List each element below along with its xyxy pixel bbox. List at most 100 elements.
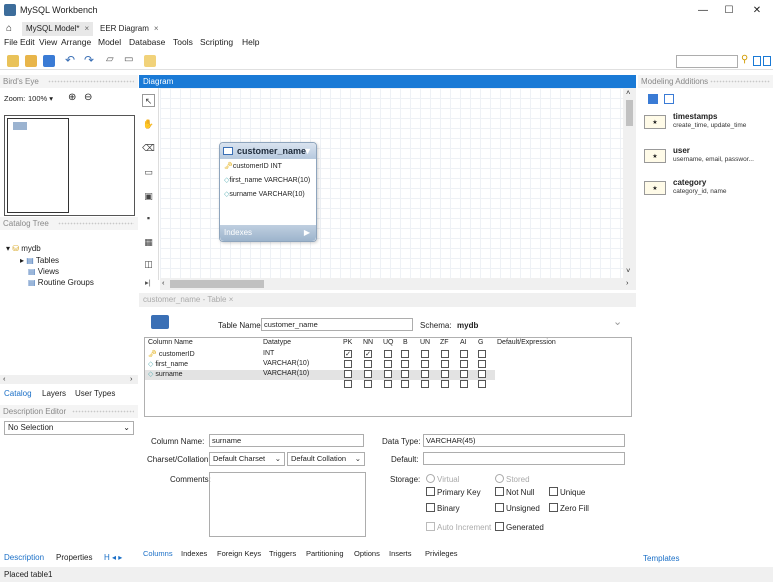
table-row[interactable]: ◇ surname <box>148 370 183 378</box>
new-note-icon[interactable] <box>144 55 156 67</box>
column-flag-checkbox[interactable] <box>460 370 468 378</box>
row-datatype[interactable]: VARCHAR(10) <box>263 360 309 367</box>
tab-foreign-keys[interactable]: Foreign Keys <box>217 549 261 558</box>
undo-icon[interactable]: ↶ <box>65 53 75 67</box>
header-zf[interactable]: ZF <box>440 339 449 346</box>
column-flag-checkbox[interactable] <box>421 350 429 358</box>
storage-virtual-radio[interactable] <box>426 474 435 483</box>
column-name-input[interactable]: surname <box>209 434 364 447</box>
snippet-layout-icon[interactable] <box>664 94 674 104</box>
column-flag-checkbox[interactable] <box>364 380 372 388</box>
menu-edit[interactable]: Edit <box>20 37 35 47</box>
unsigned-checkbox[interactable] <box>495 503 504 512</box>
snippet-category[interactable]: ★ category category_id, name <box>643 178 769 200</box>
entity-column[interactable]: ◇first_name VARCHAR(10) <box>224 176 310 184</box>
column-flag-checkbox[interactable] <box>401 370 409 378</box>
schema-node[interactable]: ▾ ⛁ mydb <box>6 244 41 253</box>
header-ai[interactable]: AI <box>460 339 467 346</box>
vscroll-thumb[interactable] <box>626 100 633 126</box>
tab-catalog[interactable]: Catalog <box>4 387 32 401</box>
close-tab-icon[interactable]: × <box>229 295 234 304</box>
column-flag-checkbox[interactable] <box>441 380 449 388</box>
column-flag-checkbox[interactable] <box>384 370 392 378</box>
column-flag-checkbox[interactable]: ✓ <box>364 350 372 358</box>
tab-overflow-arrows-icon[interactable]: H ◂ ▸ <box>104 551 122 565</box>
toggle-page-icon[interactable]: ▭ <box>124 54 133 65</box>
auto-increment-checkbox[interactable] <box>426 522 435 531</box>
column-flag-checkbox[interactable] <box>384 350 392 358</box>
column-flag-checkbox[interactable] <box>478 360 486 368</box>
header-un[interactable]: UN <box>420 339 430 346</box>
row-datatype[interactable]: VARCHAR(10) <box>263 370 309 377</box>
description-selection-dropdown[interactable]: No Selection ⌄ <box>4 421 134 435</box>
header-b[interactable]: B <box>403 339 408 346</box>
header-pk[interactable]: PK <box>343 339 352 346</box>
toggle-grid-icon[interactable]: ▱ <box>106 54 114 65</box>
column-flag-checkbox[interactable] <box>384 380 392 388</box>
save-icon[interactable] <box>43 55 55 67</box>
birds-eye-view[interactable] <box>4 115 135 216</box>
data-type-input[interactable]: VARCHAR(45) <box>423 434 625 447</box>
column-flag-checkbox[interactable] <box>478 380 486 388</box>
diagram-hscrollbar[interactable]: ▸| ‹ › <box>145 278 636 290</box>
comments-textarea[interactable] <box>209 472 366 537</box>
scroll-right-icon[interactable]: › <box>626 278 629 287</box>
primary-key-checkbox[interactable] <box>426 487 435 496</box>
redo-icon[interactable]: ↷ <box>84 53 94 67</box>
tab-privileges[interactable]: Privileges <box>425 549 458 558</box>
tab-user-types[interactable]: User Types <box>75 387 115 401</box>
entity-column[interactable]: ◇surname VARCHAR(10) <box>224 190 305 198</box>
tab-triggers[interactable]: Triggers <box>269 549 296 558</box>
diagram-vscrollbar[interactable]: ˄ ˅ <box>623 88 636 278</box>
home-icon[interactable]: ⌂ <box>2 22 16 36</box>
header-uq[interactable]: UQ <box>383 339 394 346</box>
tab-mysql-model[interactable]: MySQL Model* × <box>22 22 94 36</box>
header-nn[interactable]: NN <box>363 339 373 346</box>
table-row[interactable]: 🗝 customerID <box>148 350 195 358</box>
column-flag-checkbox[interactable] <box>421 380 429 388</box>
menu-arrange[interactable]: Arrange <box>61 37 91 47</box>
column-flag-checkbox[interactable] <box>441 370 449 378</box>
menu-model[interactable]: Model <box>98 37 121 47</box>
zoom-in-icon[interactable]: ⊕ <box>68 92 76 103</box>
column-flag-checkbox[interactable] <box>344 360 352 368</box>
zero-fill-checkbox[interactable] <box>549 503 558 512</box>
entity-indexes-section[interactable]: Indexes ▶ <box>220 225 316 241</box>
column-flag-checkbox[interactable] <box>401 360 409 368</box>
header-column-name[interactable]: Column Name <box>148 339 193 346</box>
columns-grid[interactable]: Column Name Datatype PK NN UQ B UN ZF AI… <box>144 337 632 417</box>
entity-column[interactable]: 🗝customerID INT <box>224 162 282 170</box>
menu-database[interactable]: Database <box>129 37 165 47</box>
collapse-icon[interactable]: ▼ <box>303 143 312 159</box>
tab-templates[interactable]: Templates <box>643 552 679 566</box>
menu-help[interactable]: Help <box>242 37 259 47</box>
column-flag-checkbox[interactable] <box>344 370 352 378</box>
tree-item-views[interactable]: ▤ Views <box>28 267 59 276</box>
toggle-secondary-sidebar-icon[interactable] <box>763 56 771 66</box>
zoom-out-icon[interactable]: ⊖ <box>84 92 92 103</box>
tab-properties[interactable]: Properties <box>56 551 92 565</box>
column-flag-checkbox[interactable] <box>344 380 352 388</box>
header-default-expression[interactable]: Default/Expression <box>497 339 556 346</box>
tab-description[interactable]: Description <box>4 551 44 565</box>
table-name-input[interactable]: customer_name <box>261 318 413 331</box>
header-datatype[interactable]: Datatype <box>263 339 291 346</box>
storage-stored-radio[interactable] <box>495 474 504 483</box>
not-null-checkbox[interactable] <box>495 487 504 496</box>
unique-checkbox[interactable] <box>549 487 558 496</box>
entity-header[interactable]: customer_name ▼ <box>220 143 316 159</box>
hand-tool-icon[interactable]: ✋ <box>142 118 155 131</box>
column-flag-checkbox[interactable] <box>384 360 392 368</box>
menu-view[interactable]: View <box>39 37 57 47</box>
tab-eer-diagram[interactable]: EER Diagram × <box>96 22 163 36</box>
eraser-tool-icon[interactable]: ⌫ <box>142 142 155 155</box>
search-input[interactable] <box>676 55 738 68</box>
entity-customer-name[interactable]: customer_name ▼ 🗝customerID INT ◇first_n… <box>219 142 317 242</box>
search-icon[interactable]: ⚲ <box>741 54 748 65</box>
tab-partitioning[interactable]: Partitioning <box>306 549 344 558</box>
scroll-left-icon[interactable]: ‹ <box>162 278 165 287</box>
generated-checkbox[interactable] <box>495 522 504 531</box>
snippet-timestamps[interactable]: ★ timestamps create_time, update_time <box>643 112 769 134</box>
column-flag-checkbox[interactable] <box>364 370 372 378</box>
maximize-button[interactable]: ☐ <box>716 3 742 19</box>
